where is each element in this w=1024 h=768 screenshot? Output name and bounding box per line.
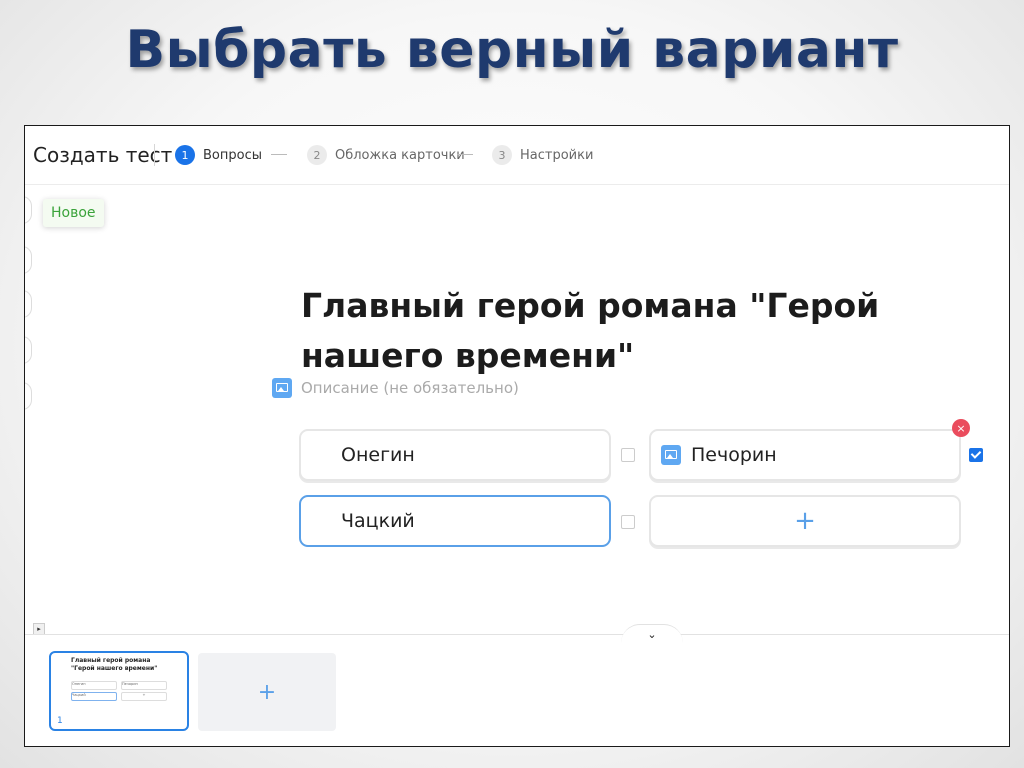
step-number: 3 [492,145,512,165]
step-connector [457,154,473,155]
slide-title: Выбрать верный вариант [125,20,899,80]
collapse-panel-button[interactable]: ⌄ [621,624,683,643]
step-connector [271,154,287,155]
test-editor-window: Создать тест 1 Вопросы 2 Обложка карточк… [24,125,1010,747]
step-number: 1 [175,145,195,165]
image-icon[interactable] [661,445,681,465]
remove-answer-button[interactable]: × [952,419,970,437]
slide-number: 1 [57,716,63,726]
thumb-answer: + [121,692,167,701]
thumb-answer: Онегин [71,681,117,690]
toolbar-button[interactable] [25,246,32,274]
toolbar-button[interactable] [25,382,32,410]
question-text[interactable]: Главный герой романа "Герой нашего време… [301,281,921,381]
answer-label: Онегин [341,444,415,466]
correct-checkbox[interactable] [621,515,635,529]
step-card-cover[interactable]: 2 Обложка карточки [307,144,465,166]
thumb-answer: Чацкий [71,692,117,701]
page-title: Создать тест [33,143,173,167]
answer-option[interactable]: Чацкий [299,495,611,547]
thumb-title: Главный герой романа "Герой нашего време… [71,657,158,672]
toolbar-text-button[interactable] [25,336,32,364]
correct-checkbox[interactable] [969,448,983,462]
answer-option[interactable]: Печорин [649,429,961,481]
step-label: Обложка карточки [335,147,465,163]
divider [154,144,155,166]
step-questions[interactable]: 1 Вопросы [175,144,262,166]
toolbar-button[interactable] [25,290,32,318]
step-settings[interactable]: 3 Настройки [492,144,593,166]
description-row[interactable]: Описание (не обязательно) [272,378,519,398]
step-number: 2 [307,145,327,165]
toolbar-color-button[interactable] [25,196,32,224]
correct-checkbox[interactable] [621,448,635,462]
thumb-answer: Печорин [121,681,167,690]
new-tooltip: Новое [43,199,104,227]
answer-option[interactable]: Онегин [299,429,611,481]
step-label: Настройки [520,147,594,163]
add-answer-button[interactable]: + [649,495,961,547]
divider [25,634,1009,635]
chevron-down-icon: ⌄ [647,627,657,641]
add-slide-button[interactable]: + [198,653,336,731]
description-input[interactable]: Описание (не обязательно) [301,379,519,397]
answer-label: Печорин [691,444,777,466]
image-icon[interactable] [272,378,292,398]
top-bar: Создать тест 1 Вопросы 2 Обложка карточк… [25,126,1009,185]
answer-label: Чацкий [341,510,415,532]
slide-thumbnail[interactable]: Главный герой романа "Герой нашего време… [49,651,189,731]
step-label: Вопросы [203,147,262,163]
